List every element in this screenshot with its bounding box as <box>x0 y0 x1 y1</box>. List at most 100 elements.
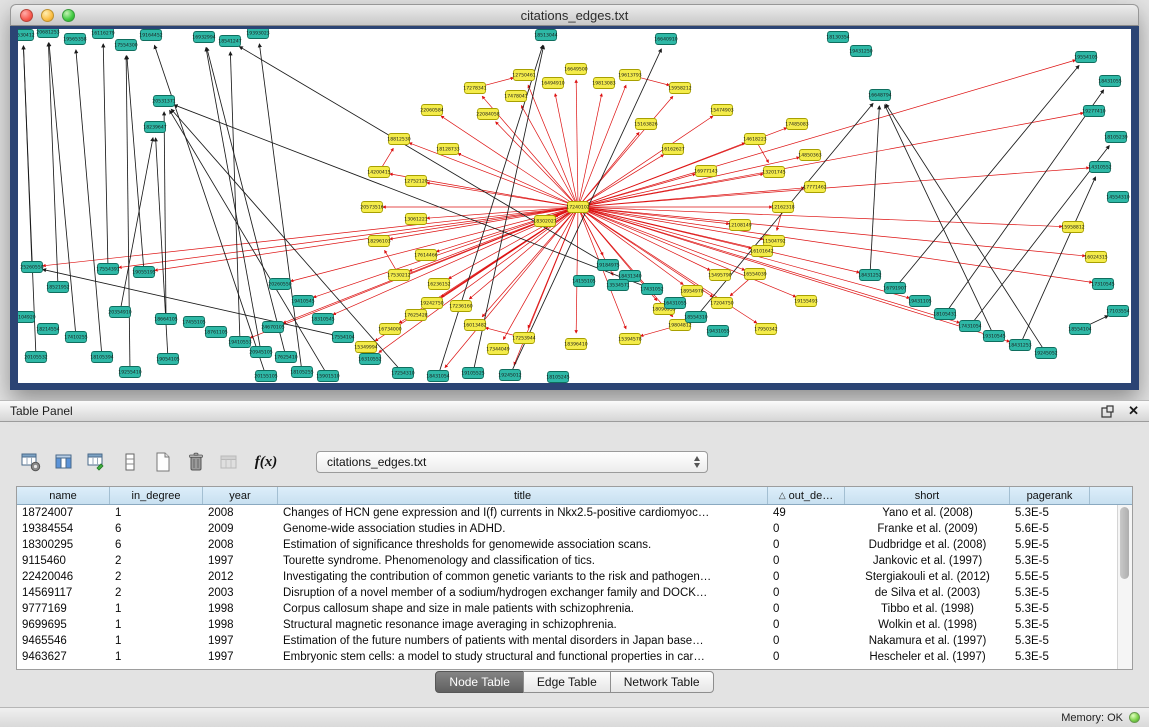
graph-node[interactable]: 19813083 <box>592 78 615 89</box>
graph-node[interactable]: 18128733 <box>436 144 459 155</box>
minimize-window-button[interactable] <box>41 9 54 22</box>
new-column-icon[interactable] <box>150 449 176 475</box>
graph-node[interactable]: 19431105 <box>908 296 931 307</box>
graph-node[interactable]: 17625428 <box>404 310 427 321</box>
graph-node[interactable]: 17410255 <box>64 332 87 343</box>
graph-node[interactable]: 16977143 <box>694 166 717 177</box>
table-row[interactable]: 969969511998Structural magnetic resonanc… <box>17 617 1117 633</box>
graph-node[interactable]: 16554039 <box>743 269 766 280</box>
table-row[interactable]: 1938455462009Genome-wide association stu… <box>17 521 1117 537</box>
graph-node[interactable]: 19565358 <box>63 34 86 45</box>
graph-node[interactable]: 17240102 <box>566 202 589 213</box>
graph-node[interactable]: 14850363 <box>798 150 821 161</box>
graph-node[interactable]: 18664105 <box>154 314 177 325</box>
graph-node[interactable]: 17554300 <box>114 40 137 51</box>
graph-node[interactable]: 14310552 <box>1088 162 1111 173</box>
graph-node[interactable]: 13534571 <box>606 280 629 291</box>
float-panel-icon[interactable] <box>1101 405 1114 418</box>
graph-node[interactable]: 18105431 <box>933 309 956 320</box>
graph-node[interactable]: 18239647 <box>143 122 166 133</box>
graph-node[interactable]: 20155105 <box>254 371 277 382</box>
select-columns-icon[interactable] <box>51 449 77 475</box>
column-header-short[interactable]: short <box>845 487 1010 504</box>
graph-node[interactable]: 14200415 <box>367 167 390 178</box>
graph-node[interactable]: 16310552 <box>358 354 381 365</box>
table-mode-icon[interactable] <box>84 449 110 475</box>
graph-node[interactable]: 13061221 <box>404 214 427 225</box>
table-row[interactable]: 1830029562008Estimation of significance … <box>17 537 1117 553</box>
graph-node[interactable]: 12108149 <box>728 220 751 231</box>
graph-node[interactable]: 22084058 <box>476 109 499 120</box>
graph-node[interactable]: 20573516 <box>360 202 383 213</box>
graph-node[interactable]: 19054105 <box>156 354 179 365</box>
tab-network-table[interactable]: Network Table <box>610 671 714 693</box>
column-header-in_degree[interactable]: in_degree <box>110 487 203 504</box>
graph-node[interactable]: 18521952 <box>46 282 69 293</box>
graph-node[interactable]: 18431054 <box>426 371 449 382</box>
graph-node[interactable]: 17278341 <box>463 83 486 94</box>
graph-node[interactable]: 16494910 <box>541 78 564 89</box>
graph-node[interactable]: 18214554 <box>36 324 59 335</box>
graph-node[interactable]: 15495790 <box>708 270 731 281</box>
graph-node[interactable]: 17204750 <box>710 298 733 309</box>
graph-node[interactable]: 14554310 <box>1106 192 1129 203</box>
graph-node[interactable]: 19393023 <box>246 29 269 39</box>
graph-node[interactable]: 17431052 <box>640 284 663 295</box>
graph-node[interactable]: 19410545 <box>291 296 314 307</box>
graph-node[interactable]: 24670105 <box>261 322 284 333</box>
window-titlebar[interactable]: citations_edges.txt <box>10 4 1139 26</box>
graph-node[interactable]: 19164452 <box>139 30 162 41</box>
graph-node[interactable]: 17554104 <box>331 332 354 343</box>
graph-node[interactable]: 19105525 <box>461 368 484 379</box>
graph-node[interactable]: 17254310 <box>391 368 414 379</box>
graph-node[interactable]: 15901510 <box>316 371 339 382</box>
table-row[interactable]: 1872400712008Changes of HCN gene express… <box>17 505 1117 521</box>
graph-node[interactable]: 19245052 <box>1034 348 1057 359</box>
column-header-out_de[interactable]: △out_de… <box>768 487 845 504</box>
graph-node[interactable]: 19554105 <box>1074 52 1097 63</box>
graph-node[interactable]: 18431055 <box>1098 76 1121 87</box>
graph-node[interactable]: 20105532 <box>24 352 47 363</box>
graph-node[interactable]: 18105255 <box>290 367 313 378</box>
graph-node[interactable]: 16649500 <box>564 64 587 75</box>
graph-node[interactable]: 15394578 <box>618 334 641 345</box>
graph-node[interactable]: 18554104 <box>1068 324 1091 335</box>
graph-node[interactable]: 17614466 <box>414 250 437 261</box>
graph-node[interactable]: 14155105 <box>572 276 595 287</box>
graph-node[interactable]: 16791907 <box>883 283 906 294</box>
graph-node[interactable]: 18954978 <box>680 286 703 297</box>
network-graph[interactable]: 1724010212162318115047921655403917204750… <box>18 29 1131 383</box>
graph-node[interactable]: 18130354 <box>826 32 849 43</box>
graph-node[interactable]: 18541247 <box>218 36 241 47</box>
table-row[interactable]: 1456911722003Disruption of a novel membe… <box>17 585 1117 601</box>
graph-node[interactable]: 17478041 <box>504 91 527 102</box>
graph-node[interactable]: 18396410 <box>564 339 587 350</box>
graph-node[interactable]: 18296103 <box>367 236 390 247</box>
table-row[interactable]: 911546021997Tourette syndrome. Phenomeno… <box>17 553 1117 569</box>
graph-node[interactable]: 18513044 <box>534 30 557 41</box>
close-panel-icon[interactable]: ✕ <box>1128 403 1139 419</box>
function-builder-icon[interactable]: f(x) <box>253 449 279 475</box>
graph-node[interactable]: 16932994 <box>192 32 215 43</box>
graph-node[interactable]: 18302027 <box>533 216 556 227</box>
graph-node[interactable]: 16116279 <box>91 29 114 39</box>
graph-node[interactable]: 19104920 <box>18 312 36 323</box>
graph-node[interactable]: 20531371 <box>152 96 175 107</box>
zoom-window-button[interactable] <box>62 9 75 22</box>
graph-node[interactable]: 18530412 <box>18 30 35 41</box>
graph-node[interactable]: 16236152 <box>427 279 450 290</box>
graph-node[interactable]: 18431252 <box>858 270 881 281</box>
graph-node[interactable]: 25260550 <box>20 262 43 273</box>
graph-node[interactable]: 19310545 <box>982 331 1005 342</box>
graph-node[interactable]: 15958812 <box>1061 222 1084 233</box>
scrollbar-thumb[interactable] <box>1120 507 1129 579</box>
graph-node[interactable]: 18431253 <box>1008 340 1031 351</box>
graph-node[interactable]: 12162318 <box>771 202 794 213</box>
graph-node[interactable]: 18812530 <box>387 134 410 145</box>
column-header-name[interactable]: name <box>17 487 110 504</box>
table-vertical-scrollbar[interactable] <box>1117 505 1132 669</box>
graph-node[interactable]: 16734000 <box>378 324 401 335</box>
graph-node[interactable]: 18310545 <box>311 314 334 325</box>
table-source-dropdown[interactable]: citations_edges.txt <box>316 451 708 473</box>
graph-node[interactable]: 19255410 <box>118 367 141 378</box>
